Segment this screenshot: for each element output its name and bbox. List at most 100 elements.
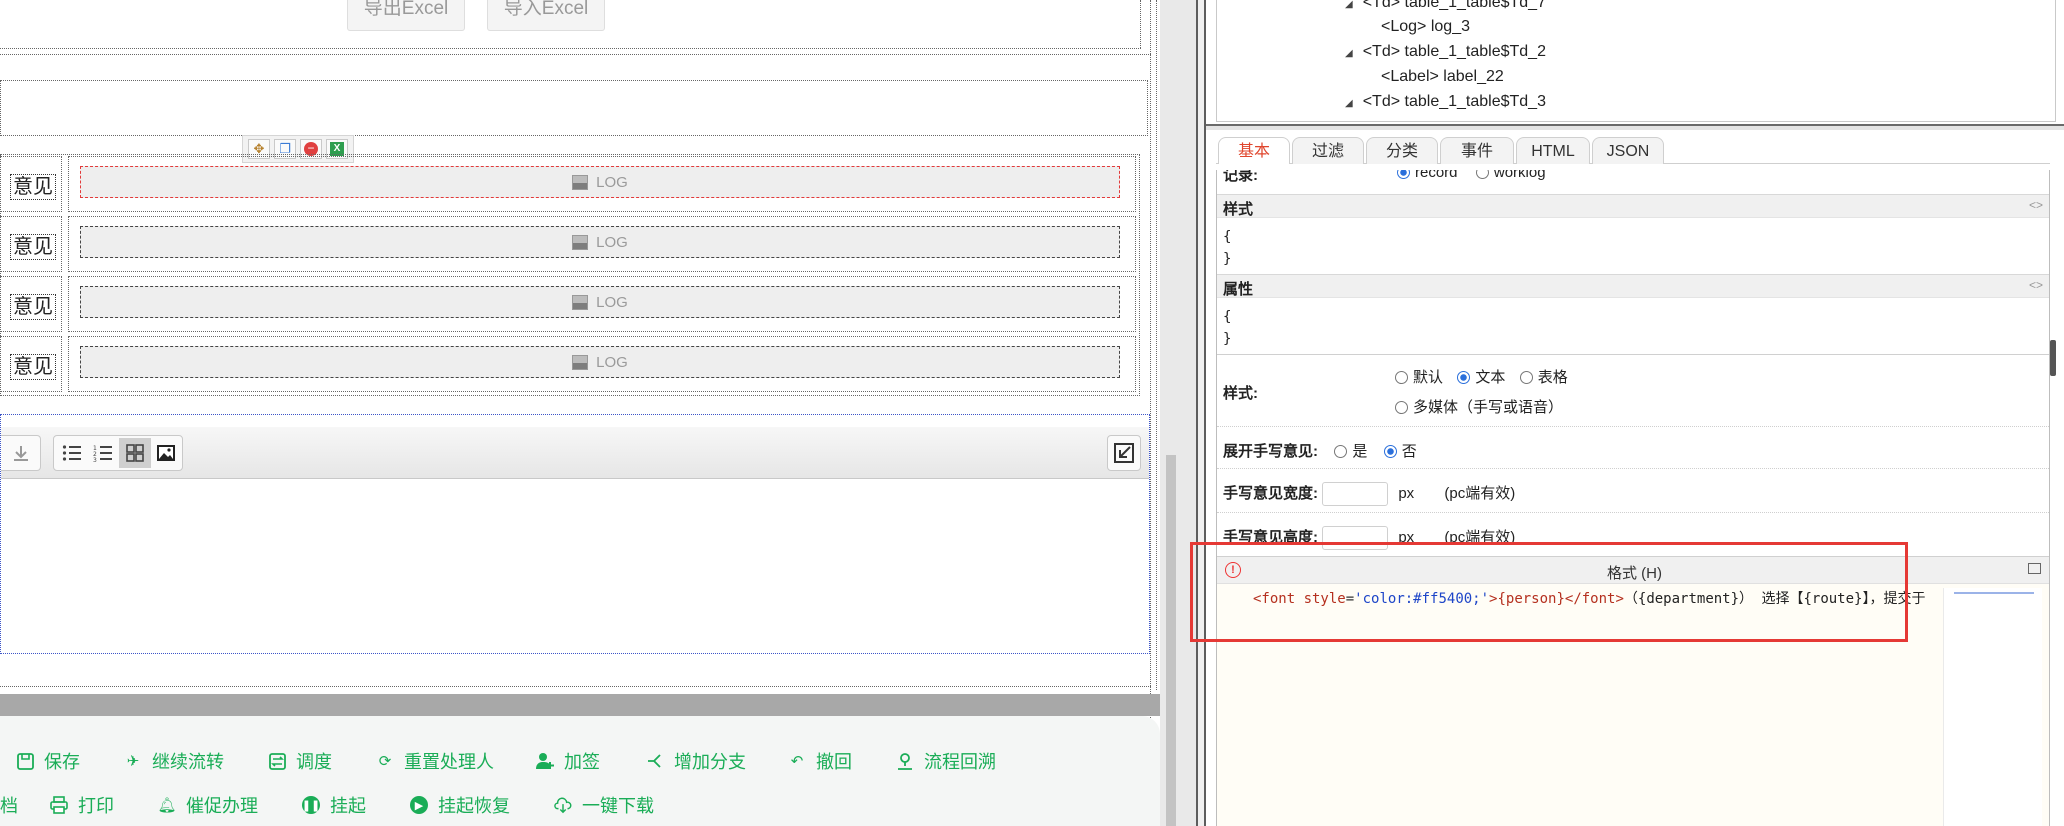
opinion-label: 意见	[10, 170, 56, 200]
trace-icon	[896, 752, 914, 770]
expand-no-radio[interactable]	[1383, 445, 1397, 458]
tab-json[interactable]: JSON	[1592, 137, 1664, 164]
log-component[interactable]: LOG	[80, 226, 1120, 258]
frame-line	[0, 48, 1141, 50]
panel-splitter[interactable]	[1196, 0, 1206, 826]
add-branch-button[interactable]: 增加分支	[646, 748, 746, 774]
style-default-radio[interactable]	[1395, 371, 1408, 384]
handwriting-width-row: 手写意见宽度: px (pc端有效)	[1223, 482, 1515, 507]
image-icon[interactable]	[151, 438, 183, 468]
expand-code-icon[interactable]: <>	[2029, 198, 2043, 212]
tree-node[interactable]: ◢ <Td> table_1_table$Td_3	[1345, 93, 1546, 111]
expand-handwriting-row: 展开手写意见: 是 否	[1223, 443, 1417, 460]
opinion-label: 意见	[10, 290, 56, 320]
tree-splitter[interactable]	[1206, 124, 2064, 130]
send-icon: ✈	[126, 753, 140, 770]
reset-handler-button[interactable]: ⟳ 重置处理人	[376, 748, 494, 774]
archive-button-partial[interactable]: 档	[0, 792, 18, 818]
download-icon[interactable]	[1, 435, 41, 471]
editor-button-group: 123	[53, 435, 183, 471]
highlight-box	[1190, 542, 1908, 642]
style-multimedia-radio[interactable]	[1395, 401, 1408, 414]
expand-yes-radio[interactable]	[1334, 445, 1348, 458]
component-tree: ◢ <Td> table_1_table$Td_7 <Log> log_3 ◢ <T…	[1216, 0, 2056, 122]
frame-line	[1140, 0, 1142, 48]
tree-node[interactable]: <Log> log_3	[1381, 18, 1470, 36]
frame-line	[1156, 0, 1158, 690]
continue-flow-button[interactable]: ✈ 继续流转	[124, 748, 224, 774]
log-text: LOG	[596, 293, 628, 311]
log-icon	[572, 234, 589, 250]
tab-event[interactable]: 事件	[1440, 137, 1514, 164]
play-icon: ▶	[410, 796, 428, 814]
dispatch-button[interactable]: 调度	[268, 748, 332, 774]
style-code-editor[interactable]: {}	[1223, 226, 1231, 270]
handwriting-width-input[interactable]	[1322, 482, 1389, 507]
save-button[interactable]: 保存	[16, 748, 80, 774]
attr-code-editor[interactable]: {}	[1223, 306, 1231, 350]
reset-icon: ⟳	[378, 753, 392, 770]
basic-tab-content: 记录: record worklog 样式 <> {} 属性 <> {} 样式:…	[1216, 170, 2050, 826]
property-panel: ◢ <Td> table_1_table$Td_7 <Log> log_3 ◢ <T…	[1190, 0, 2064, 826]
code-minimap	[1943, 588, 2042, 826]
log-icon	[572, 174, 589, 190]
log-text: LOG	[596, 353, 628, 371]
canvas-bottom-band	[0, 694, 1160, 716]
frame-line	[0, 54, 1151, 56]
rich-text-editor: 123	[0, 414, 1150, 654]
log-component[interactable]: LOG	[80, 166, 1120, 198]
style-options-row2: 多媒体（手写或语音）	[1395, 396, 1563, 417]
log-component[interactable]: LOG	[80, 346, 1120, 378]
tree-node[interactable]: ◢ <Td> table_1_table$Td_7	[1345, 0, 1546, 12]
suspend-button[interactable]: ❚❚ 挂起	[302, 792, 366, 818]
style-text-radio[interactable]	[1457, 371, 1471, 384]
divider	[1217, 512, 2049, 513]
style-section-header: 样式 <>	[1217, 194, 2049, 218]
resume-button[interactable]: ▶ 挂起恢复	[410, 792, 510, 818]
form-designer-canvas: 导出Excel 导入Excel ✥ ❐ − X 意见 LOG 意见 LOG 意见…	[0, 0, 1160, 826]
tree-node[interactable]: ◢ <Td> table_1_table$Td_2	[1345, 43, 1546, 61]
log-component[interactable]: LOG	[80, 286, 1120, 318]
minimap-line	[1954, 592, 2034, 594]
log-icon	[572, 354, 589, 370]
style-options: 默认 文本 表格	[1395, 366, 1568, 387]
branch-icon	[646, 752, 664, 770]
tab-basic[interactable]: 基本	[1218, 137, 1290, 164]
worklog-radio[interactable]	[1475, 170, 1489, 179]
record-label: 记录:	[1223, 170, 1258, 184]
tab-html[interactable]: HTML	[1516, 137, 1590, 164]
add-signer-icon	[536, 752, 554, 770]
numbered-list-icon[interactable]: 123	[88, 438, 120, 468]
collapse-icon[interactable]	[1107, 435, 1141, 471]
divider	[1217, 426, 2049, 427]
log-icon	[572, 294, 589, 310]
urge-button[interactable]: 🔔︎ 催促办理	[157, 792, 258, 818]
maximize-icon[interactable]	[2028, 563, 2041, 574]
add-signer-button[interactable]: 加签	[536, 748, 600, 774]
print-button[interactable]: 打印	[50, 792, 114, 818]
import-excel-button[interactable]: 导入Excel	[487, 0, 605, 31]
tree-node[interactable]: <Label> label_22	[1381, 68, 1504, 86]
attr-section-header: 属性 <>	[1217, 274, 2049, 298]
tab-filter[interactable]: 过滤	[1292, 137, 1364, 164]
export-excel-button[interactable]: 导出Excel	[347, 0, 465, 31]
undo-button[interactable]: ↶ 撤回	[788, 748, 852, 774]
undo-icon: ↶	[790, 753, 804, 770]
opinion-label: 意见	[10, 230, 56, 260]
bullet-list-icon[interactable]	[56, 438, 88, 468]
record-radio[interactable]	[1397, 170, 1410, 179]
grid-view-icon[interactable]	[119, 438, 151, 468]
one-click-download-button[interactable]: 一键下载	[554, 792, 654, 818]
canvas-scrollbar-thumb[interactable]	[1166, 455, 1176, 826]
panel-scrollbar-thumb[interactable]	[2050, 340, 2056, 376]
save-icon	[16, 752, 34, 770]
bell-icon: 🔔︎	[157, 797, 177, 814]
print-icon	[50, 796, 68, 814]
expand-code-icon[interactable]: <>	[2029, 278, 2043, 292]
style-table-radio[interactable]	[1519, 371, 1533, 384]
tab-category[interactable]: 分类	[1366, 137, 1438, 164]
flow-trace-button[interactable]: 流程回溯	[896, 748, 996, 774]
frame-line	[0, 686, 1151, 688]
record-options: record worklog	[1397, 170, 1546, 181]
empty-form-cell[interactable]	[0, 80, 1148, 136]
